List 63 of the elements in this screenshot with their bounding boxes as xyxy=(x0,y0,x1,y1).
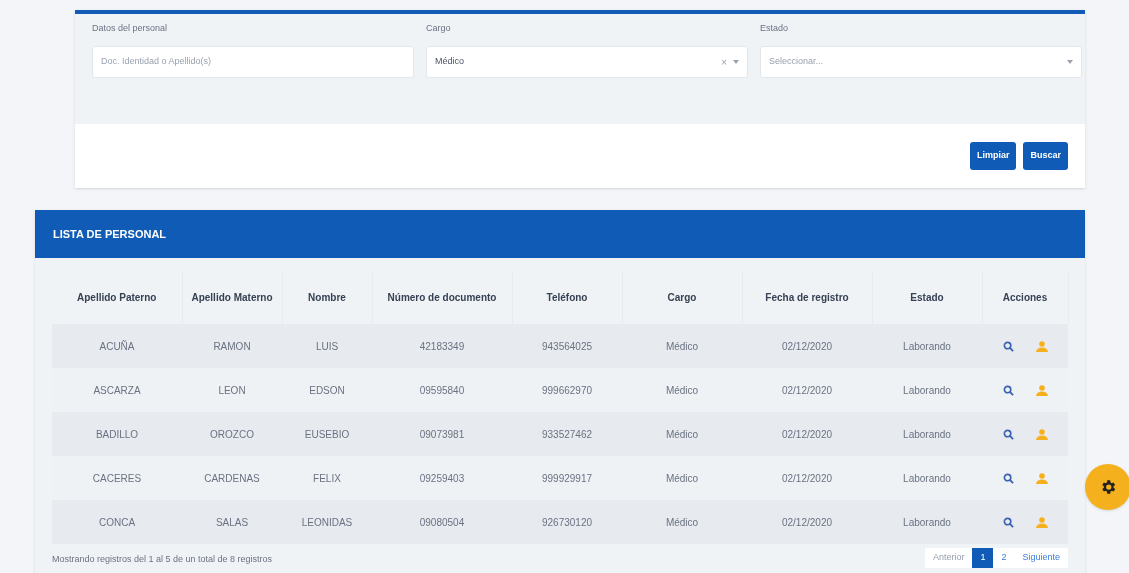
table-cell: 999662970 xyxy=(512,368,622,412)
table-cell: LEONIDAS xyxy=(282,500,372,544)
table-cell: 02/12/2020 xyxy=(742,500,872,544)
table-cell: BADILLO xyxy=(52,412,182,456)
table-cell: 02/12/2020 xyxy=(742,412,872,456)
select-field[interactable]: Seleccionar... xyxy=(760,46,1082,78)
table-cell: FELIX xyxy=(282,456,372,500)
table-cell: 02/12/2020 xyxy=(742,368,872,412)
table-cell: Médico xyxy=(622,368,742,412)
table-cell: RAMON xyxy=(182,324,282,368)
search-icon[interactable] xyxy=(1002,472,1014,484)
field-label: Estado xyxy=(760,22,790,34)
table-cell: 09259403 xyxy=(372,456,512,500)
table-cell: Médico xyxy=(622,456,742,500)
table-cell: Laborando xyxy=(872,324,982,368)
table-cell: EUSEBIO xyxy=(282,412,372,456)
table-cell: ACUÑA xyxy=(52,324,182,368)
table-cell: 09080504 xyxy=(372,500,512,544)
table-cell: 933527462 xyxy=(512,412,622,456)
field-label: Datos del personal xyxy=(92,22,169,34)
table-cell: 02/12/2020 xyxy=(742,456,872,500)
table-cell: Médico xyxy=(622,500,742,544)
clear-icon[interactable]: × xyxy=(721,54,727,70)
field-label: Cargo xyxy=(426,22,452,34)
table-cell: 943564025 xyxy=(512,324,622,368)
table-cell: 09073981 xyxy=(372,412,512,456)
select-field[interactable]: Médico × xyxy=(426,46,748,78)
pagination-link[interactable]: Siguiente xyxy=(1014,548,1068,568)
search-icon[interactable] xyxy=(1002,428,1014,440)
table-cell: EDSON xyxy=(282,368,372,412)
caret-icon xyxy=(1067,60,1073,64)
panel-title: LISTA DE PERSONAL xyxy=(53,226,167,242)
action-button[interactable]: Limpiar xyxy=(969,142,1017,170)
action-button[interactable]: Buscar xyxy=(1023,142,1068,170)
table-cell: LUIS xyxy=(282,324,372,368)
records-summary: Mostrando registros del 1 al 5 de un total de 8 registros xyxy=(52,553,273,567)
table-cell: CARDENAS xyxy=(182,456,282,500)
search-icon[interactable] xyxy=(1002,516,1014,528)
settings-button[interactable] xyxy=(1085,464,1129,510)
page-button[interactable]: 1 xyxy=(972,548,994,568)
table-cell: 42183349 xyxy=(372,324,512,368)
table-cell: CONCA xyxy=(52,500,182,544)
table-cell: Médico xyxy=(622,324,742,368)
table-cell: 02/12/2020 xyxy=(742,324,872,368)
table-cell: CACERES xyxy=(52,456,182,500)
table-cell: LEON xyxy=(182,368,282,412)
table-cell: Médico xyxy=(622,412,742,456)
table-cell: 09595840 xyxy=(372,368,512,412)
page-button[interactable]: 2 xyxy=(993,548,1015,568)
table-cell: OROZCO xyxy=(182,412,282,456)
search-icon[interactable] xyxy=(1002,340,1014,352)
caret-icon xyxy=(733,60,739,64)
search-field[interactable]: Doc. Identidad o Apellido(s) xyxy=(92,46,414,78)
table-cell: ASCARZA xyxy=(52,368,182,412)
search-icon[interactable] xyxy=(1002,384,1014,396)
pagination-link[interactable]: Anterior xyxy=(924,548,973,568)
table-cell: 999929917 xyxy=(512,456,622,500)
table-cell: Laborando xyxy=(872,412,982,456)
table-cell: Laborando xyxy=(872,500,982,544)
table-cell: Laborando xyxy=(872,368,982,412)
table-cell: SALAS xyxy=(182,500,282,544)
table-cell: Laborando xyxy=(872,456,982,500)
table-cell: 926730120 xyxy=(512,500,622,544)
